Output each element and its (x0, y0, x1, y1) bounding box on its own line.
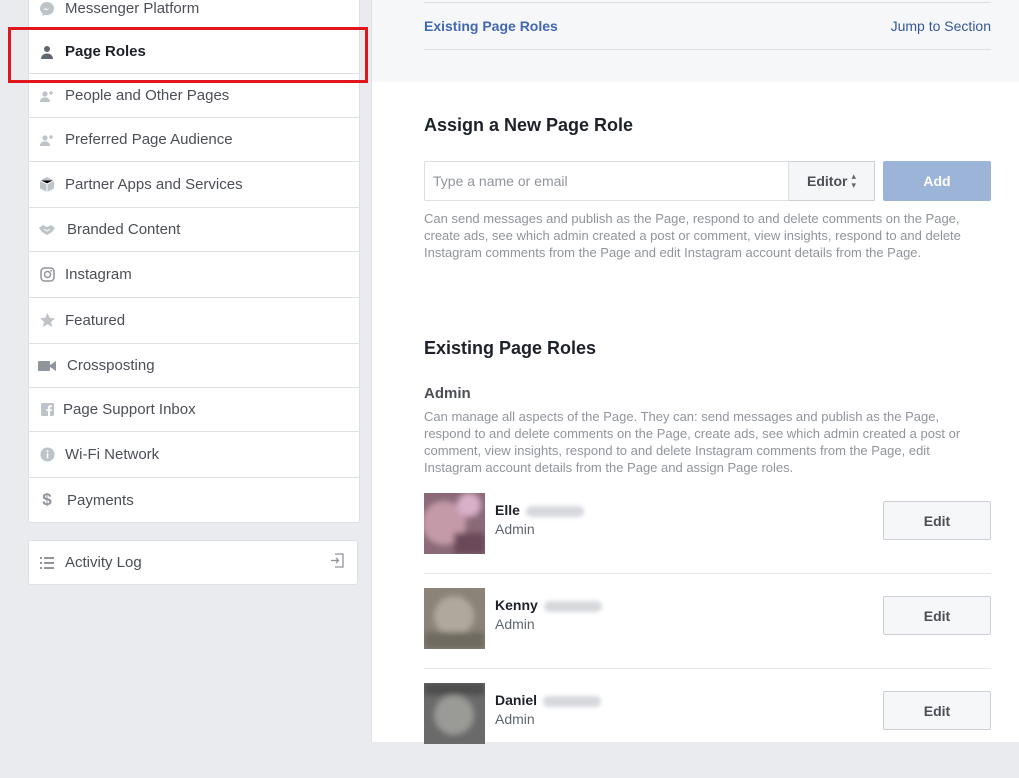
handshake-icon (29, 224, 65, 236)
video-icon (29, 360, 65, 372)
divider (424, 573, 991, 574)
divider (424, 668, 991, 669)
admin-heading: Admin (424, 385, 471, 402)
sidebar-item-people-and-other-pages[interactable]: People and Other Pages (29, 74, 359, 118)
sidebar-item-label: Payments (67, 491, 134, 509)
instagram-icon (29, 267, 65, 282)
dollar-icon: $ (42, 490, 52, 509)
sidebar-item-instagram[interactable]: Instagram (29, 252, 359, 298)
sidebar-item-label: Page Roles (65, 43, 146, 60)
admin-description: Can manage all aspects of the Page. They… (424, 409, 961, 475)
sidebar-item-payments[interactable]: $ Payments (29, 478, 359, 522)
sidebar-item-featured[interactable]: Featured (29, 298, 359, 344)
name-or-email-input[interactable] (424, 161, 789, 201)
person-name[interactable]: Elle (495, 502, 584, 518)
edit-role-button[interactable]: Edit (883, 596, 991, 635)
role-select-dropdown[interactable]: Editor ▴ ▾ (789, 161, 875, 201)
avatar (424, 588, 485, 649)
activity-log-label: Activity Log (65, 554, 142, 571)
list-icon (29, 556, 65, 569)
messenger-icon (29, 1, 65, 17)
settings-menu: Messenger Platform Page Roles People and… (28, 0, 360, 523)
activity-log-link[interactable]: Activity Log (28, 540, 358, 585)
role-list-item: Daniel Admin Edit (424, 683, 991, 778)
people-icon (29, 133, 65, 147)
person-name[interactable]: Kenny (495, 597, 602, 613)
sort-caret-icon: ▴ ▾ (851, 171, 856, 190)
sidebar-item-label: Featured (65, 312, 126, 329)
role-select-value: Editor (807, 173, 848, 189)
jump-to-section-link[interactable]: Jump to Section (891, 18, 991, 34)
sidebar-item-page-roles[interactable]: Page Roles (29, 30, 359, 74)
assign-role-heading: Assign a New Page Role (424, 115, 634, 135)
sidebar-item-branded-content[interactable]: Branded Content (29, 208, 359, 252)
section-header-strip: Existing Page Roles Jump to Section (372, 0, 1019, 82)
person-role: Admin (495, 521, 535, 537)
avatar (424, 493, 485, 554)
person-role: Admin (495, 616, 535, 632)
sidebar-item-partner-apps-and-services[interactable]: Partner Apps and Services (29, 162, 359, 208)
edit-role-button[interactable]: Edit (883, 501, 991, 540)
person-role: Admin (495, 711, 535, 727)
sidebar-item-label: Crossposting (67, 357, 155, 374)
sidebar-item-label: Page Support Inbox (63, 401, 196, 418)
edit-role-button[interactable]: Edit (883, 691, 991, 730)
settings-sidebar: Messenger Platform Page Roles People and… (0, 0, 371, 742)
facebook-icon (29, 403, 65, 416)
section-nav-bar: Existing Page Roles Jump to Section (424, 2, 991, 50)
star-icon (29, 313, 65, 328)
sidebar-item-label: Preferred Page Audience (65, 131, 233, 148)
assign-role-form: Editor ▴▾ Add (424, 161, 991, 201)
sidebar-item-preferred-page-audience[interactable]: Preferred Page Audience (29, 118, 359, 162)
sidebar-item-label: Partner Apps and Services (65, 176, 243, 193)
existing-roles-heading: Existing Page Roles (424, 338, 597, 358)
sidebar-item-label: Instagram (65, 266, 132, 283)
person-name[interactable]: Daniel (495, 692, 602, 708)
sidebar-item-wifi-network[interactable]: Wi-Fi Network (29, 432, 359, 478)
sidebar-item-label: Messenger Platform (65, 0, 200, 17)
sidebar-item-messenger-platform[interactable]: Messenger Platform (29, 0, 359, 30)
sidebar-item-crossposting[interactable]: Crossposting (29, 344, 359, 388)
sidebar-item-label: People and Other Pages (65, 87, 230, 104)
info-icon (29, 447, 65, 462)
main-content: Existing Page Roles Jump to Section Assi… (371, 0, 1019, 744)
exit-icon (330, 553, 345, 572)
sidebar-item-label: Branded Content (67, 221, 181, 238)
avatar (424, 683, 485, 744)
people-icon (29, 89, 65, 103)
person-icon (29, 45, 65, 59)
add-role-button[interactable]: Add (883, 161, 991, 201)
section-title-link[interactable]: Existing Page Roles (424, 18, 558, 34)
cube-icon (29, 177, 65, 192)
role-description: Can send messages and publish as the Pag… (424, 211, 961, 260)
sidebar-item-label: Wi-Fi Network (65, 446, 160, 463)
sidebar-item-page-support-inbox[interactable]: Page Support Inbox (29, 388, 359, 432)
